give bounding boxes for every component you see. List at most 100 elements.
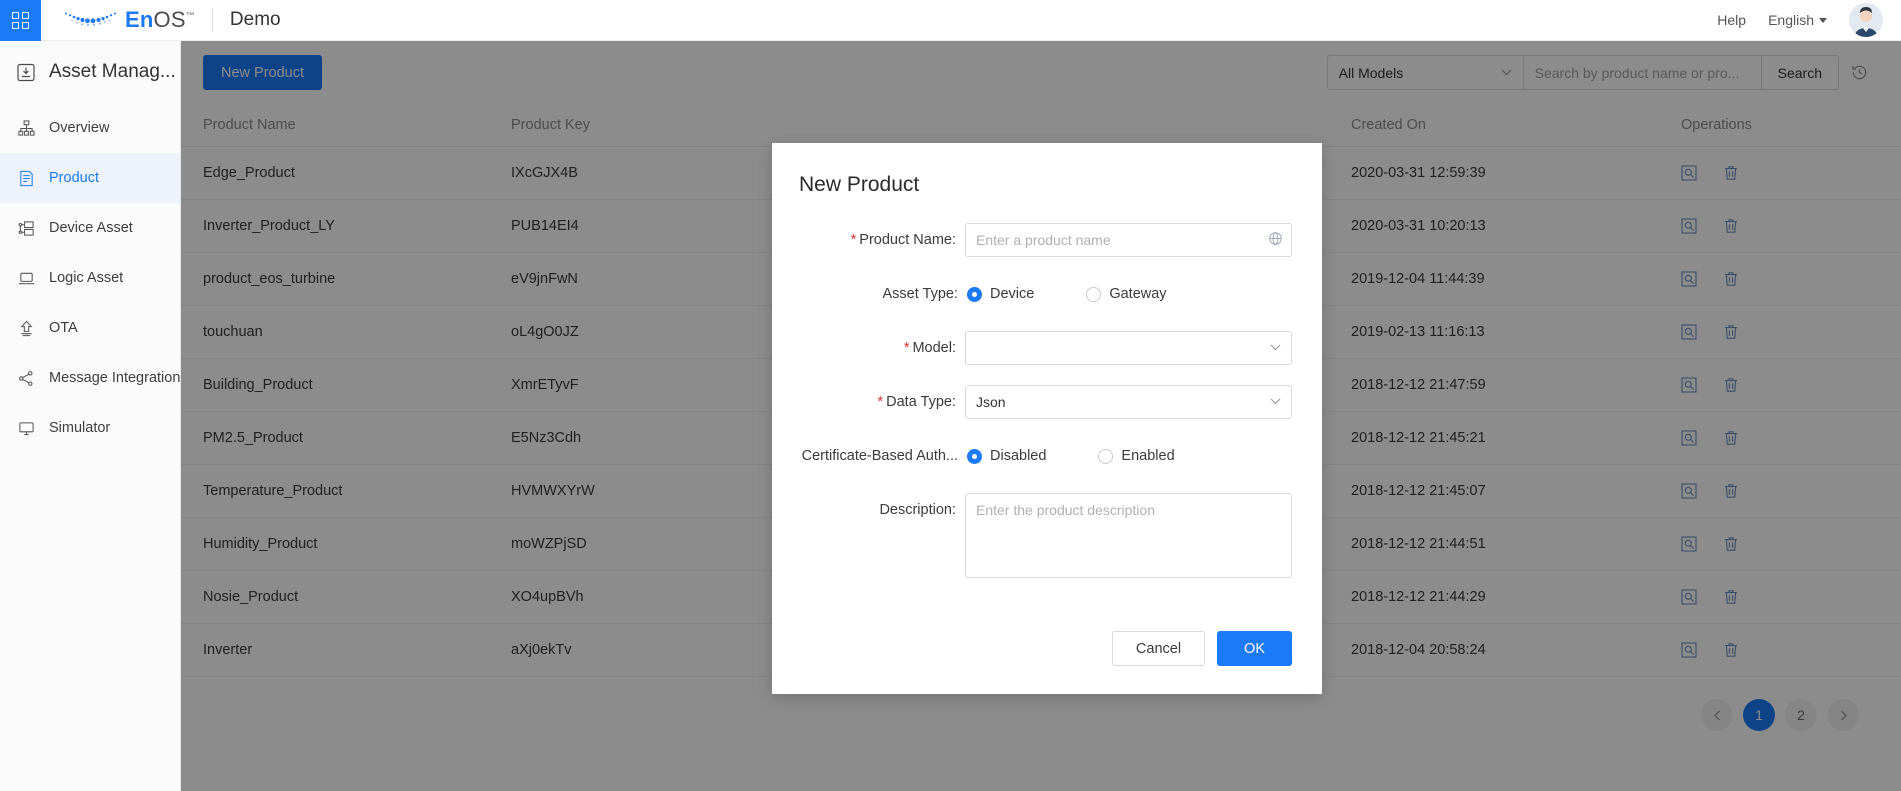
asset-type-radio-gateway[interactable]: Gateway (1086, 286, 1167, 302)
cert-auth-radio-group: Disabled Enabled (967, 439, 1292, 473)
user-avatar-icon (1849, 3, 1883, 37)
sidebar-item-label: Simulator (49, 420, 111, 436)
sidebar-item-overview[interactable]: Overview (0, 103, 180, 153)
brand-tm: ™ (185, 10, 195, 21)
sidebar-title: Asset Manag... (0, 41, 180, 103)
data-type-control: Json (965, 385, 1292, 419)
enos-swoosh-icon (65, 12, 116, 27)
asset-type-control: Device Gateway (967, 277, 1292, 311)
chevron-down-icon (1270, 342, 1281, 354)
product-name-label: * Product Name: (850, 232, 956, 248)
brand-en: En (125, 7, 154, 32)
sidebar-item-device-asset[interactable]: Device Asset (0, 203, 180, 253)
language-label: English (1768, 12, 1814, 28)
asset-type-option-label: Device (990, 286, 1035, 302)
cert-auth-radio-disabled[interactable]: Disabled (967, 448, 1046, 464)
cancel-button[interactable]: Cancel (1111, 631, 1206, 666)
field-row-product-name: * Product Name: (772, 223, 1292, 257)
radio-dot-icon (1086, 286, 1102, 302)
cert-auth-option-label: Enabled (1121, 448, 1175, 464)
data-type-label: * Data Type: (877, 394, 956, 410)
sidebar-item-message-integration[interactable]: Message Integration (0, 353, 180, 403)
sidebar-item-label: Message Integration (49, 370, 180, 386)
app-root: EnOS™ Demo Help English Asset Manag... O… (0, 0, 1901, 791)
asset-type-option-label: Gateway (1109, 286, 1167, 302)
laptop-icon (16, 268, 36, 288)
description-control (965, 493, 1292, 583)
product-name-control (965, 223, 1292, 257)
radio-dot-icon (967, 448, 982, 464)
cert-auth-radio-enabled[interactable]: Enabled (1098, 448, 1175, 464)
brand-os: OS (153, 7, 186, 32)
field-row-model: * Model: (772, 331, 1292, 365)
required-marker: * (877, 394, 884, 410)
required-marker: * (903, 340, 910, 356)
grid-apps-icon (12, 11, 29, 29)
data-type-label-text: Data Type (886, 394, 952, 410)
upload-arrow-icon (16, 318, 36, 338)
asset-type-label-text: Asset Type (882, 286, 954, 302)
language-selector[interactable]: English (1768, 12, 1827, 28)
brand-area: EnOS™ Demo (62, 7, 281, 33)
cert-auth-control: Disabled Enabled (967, 439, 1292, 473)
sidebar-item-label: Overview (49, 120, 110, 136)
chevron-down-icon (1819, 17, 1827, 23)
avatar[interactable] (1849, 3, 1883, 37)
field-row-cert-auth: Certificate-Based Auth... Disabled Enabl… (772, 439, 1292, 473)
sidebar-item-label: Logic Asset (49, 270, 124, 286)
product-name-input[interactable] (965, 223, 1292, 257)
top-header: EnOS™ Demo Help English (0, 0, 1901, 41)
product-name-input-wrap (965, 223, 1292, 257)
workspace-title: Demo (229, 9, 281, 30)
description-label: Description: (879, 502, 956, 518)
new-product-modal: New Product * Product Name: Enter a prod… (772, 143, 1322, 694)
asset-type-radio-device[interactable]: Device (967, 286, 1034, 302)
brand-divider (211, 9, 213, 31)
model-select[interactable] (965, 331, 1292, 365)
data-type-select-value: Json (976, 394, 1006, 410)
monitor-icon (16, 418, 36, 438)
modal-body: *Product Name: Asset Type: (772, 197, 1322, 611)
field-row-data-type: * Data Type: Json (772, 385, 1292, 419)
field-row-asset-type: Asset Type: Device Gateway (772, 277, 1292, 311)
help-link[interactable]: Help (1717, 12, 1746, 28)
sidebar: Asset Manag... Overview Product Device A… (0, 41, 181, 791)
sidebar-item-ota[interactable]: OTA (0, 303, 180, 353)
apps-launcher-button[interactable] (0, 0, 41, 41)
cert-auth-label: Certificate-Based Auth... (772, 439, 967, 473)
radio-dot-icon (967, 286, 982, 302)
sidebar-title-label: Asset Manag... (49, 61, 176, 82)
asset-type-label: Asset Type: (882, 286, 959, 302)
hierarchy-icon (16, 118, 36, 138)
chevron-down-icon (1270, 396, 1281, 408)
share-nodes-icon (16, 368, 36, 388)
header-actions: Help English (1717, 3, 1901, 37)
model-label: * Model: (903, 340, 956, 356)
cert-auth-option-label: Disabled (990, 448, 1047, 464)
model-label-text: Model (912, 340, 952, 356)
product-name-label-text: Product Name (859, 232, 952, 248)
sidebar-item-simulator[interactable]: Simulator (0, 403, 180, 453)
data-type-select[interactable]: Json (965, 385, 1292, 419)
description-label-text: Description (879, 502, 952, 518)
radio-dot-icon (1098, 448, 1114, 464)
document-icon (16, 168, 36, 188)
model-control (965, 331, 1292, 365)
asset-type-radio-group: Device Gateway (967, 277, 1292, 311)
sidebar-item-product[interactable]: Product (0, 153, 180, 203)
required-marker: * (850, 232, 857, 248)
sidebar-item-logic-asset[interactable]: Logic Asset (0, 253, 180, 303)
asset-management-icon (16, 62, 36, 82)
cert-auth-label-text: Certificate-Based Auth... (801, 448, 958, 464)
modal-footer: Cancel OK (772, 611, 1322, 694)
brand-wordmark: EnOS™ (125, 7, 195, 33)
description-textarea[interactable] (965, 493, 1292, 578)
modal-title: New Product (799, 173, 920, 196)
device-node-icon (16, 218, 36, 238)
enos-logo: EnOS™ (62, 7, 195, 33)
ok-button[interactable]: OK (1217, 631, 1292, 666)
sidebar-item-label: Device Asset (49, 220, 133, 236)
sidebar-item-label: OTA (49, 320, 78, 336)
sidebar-item-label: Product (49, 170, 99, 186)
field-row-description: Description: (772, 493, 1292, 583)
